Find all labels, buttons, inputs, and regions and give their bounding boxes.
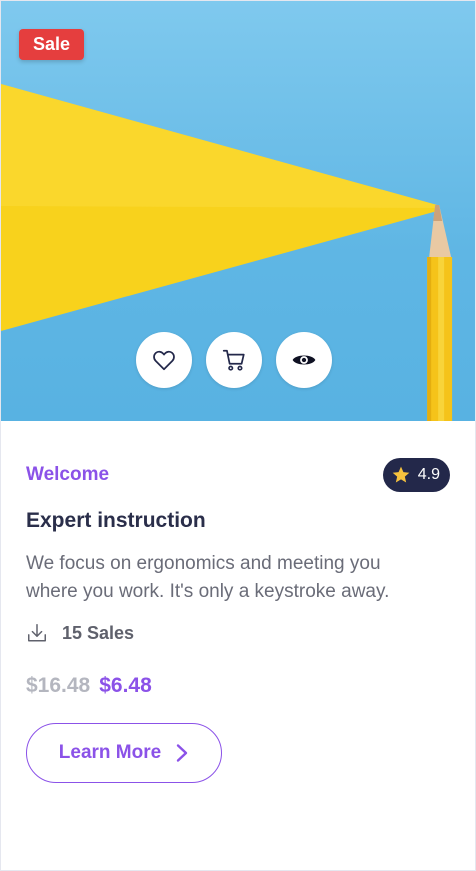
chevron-right-icon [177, 744, 188, 762]
price-row: $16.48 $6.48 [26, 674, 450, 698]
cart-icon [222, 349, 245, 371]
card-body: Welcome 4.9 Expert instruction We focus … [1, 458, 475, 783]
original-price: $16.48 [26, 674, 91, 697]
star-icon [392, 466, 410, 483]
download-icon [28, 624, 46, 642]
rating-badge: 4.9 [382, 458, 450, 492]
rating-value: 4.9 [417, 466, 440, 483]
sales-text: 15 Sales [62, 622, 135, 643]
meta-row: Welcome 4.9 [26, 458, 450, 492]
quick-actions [136, 332, 332, 388]
sale-price: $6.48 [99, 674, 152, 697]
product-description: We focus on ergonomics and meeting you w… [26, 553, 390, 602]
wishlist-button[interactable] [136, 332, 192, 388]
product-title[interactable]: Expert instruction [26, 509, 450, 533]
quick-view-button[interactable] [276, 332, 332, 388]
product-image[interactable]: Sale [1, 1, 475, 421]
sales-count: 15 Sales [26, 622, 450, 644]
add-to-cart-button[interactable] [206, 332, 262, 388]
heart-icon [153, 350, 175, 371]
category-link[interactable]: Welcome [26, 464, 109, 486]
learn-more-label: Learn More [58, 742, 162, 763]
eye-icon [292, 355, 316, 365]
product-card: Sale Welcome 4.9 Expert instruction We f… [0, 0, 476, 871]
sale-badge: Sale [19, 29, 85, 60]
learn-more-button[interactable]: Learn More [26, 723, 222, 783]
